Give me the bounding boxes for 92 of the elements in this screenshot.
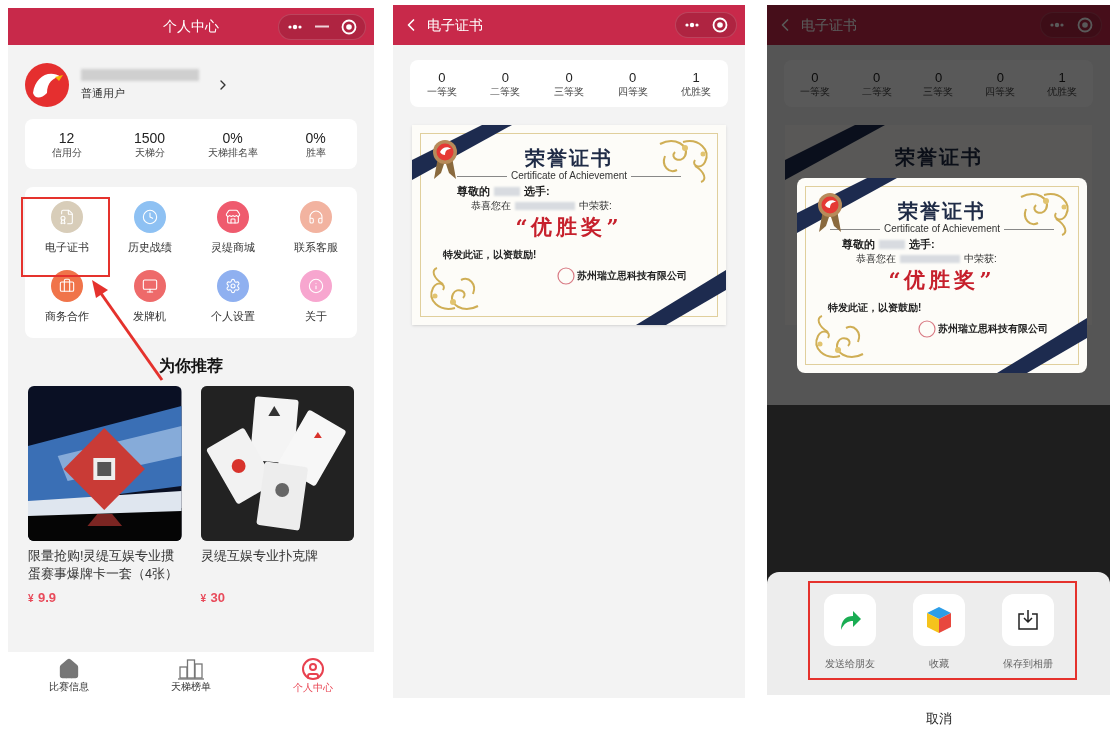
stat-value: 1500	[133, 130, 166, 145]
menu-item[interactable]: 个人设置	[191, 269, 274, 324]
podium-icon	[178, 658, 204, 680]
menu-item[interactable]: 电子证书	[25, 201, 108, 256]
stat-label: 天梯分	[134, 147, 165, 158]
menu-item[interactable]: 关于	[274, 269, 357, 324]
event-prefix: 恭喜您在	[856, 252, 896, 266]
stat-label: 信用分	[51, 147, 82, 158]
more-icon	[287, 23, 303, 30]
issuer-text: 苏州瑞立思科技有限公司	[577, 270, 687, 283]
award-label: 四等奖	[617, 86, 648, 97]
award-count: 0	[996, 70, 1004, 84]
product-title: 灵缇互娱专业扑克牌	[200, 548, 319, 565]
award-count: 1	[692, 70, 700, 84]
product-title: 限量抢购!灵缇互娱专业掼蛋赛事爆牌卡一套（4张）	[28, 548, 179, 583]
seal-stamp-drawing	[918, 320, 936, 339]
closing-text: 特发此证，以资鼓励!	[443, 249, 537, 261]
tab-item[interactable]: 个人中心	[252, 657, 374, 693]
home-icon	[58, 658, 80, 680]
salutation-text: 尊敬的	[457, 185, 490, 199]
share-action[interactable]: 保存到相册	[1001, 594, 1054, 695]
redacted-name	[879, 240, 905, 250]
event-suffix: 中荣获:	[964, 252, 997, 266]
cancel-button[interactable]: 取消	[925, 709, 952, 729]
medal-icon	[817, 192, 843, 232]
redacted-name	[494, 187, 520, 197]
more-icon	[1049, 22, 1065, 28]
target-icon	[1077, 17, 1093, 33]
redacted-event	[515, 202, 575, 210]
menu-item[interactable]: 发牌机	[108, 269, 191, 324]
award-label: 三等奖	[554, 86, 584, 97]
seal-stamp-drawing	[557, 267, 575, 286]
award-label: 优胜奖	[681, 86, 712, 97]
award-count: 0	[811, 70, 819, 84]
stat-label: 天梯排名率	[207, 147, 258, 158]
avatar	[25, 63, 69, 107]
award-name: “优胜奖”	[888, 269, 996, 291]
award-count: 0	[501, 70, 509, 84]
stat-value: 0%	[222, 130, 243, 145]
award-name: “优胜奖”	[515, 216, 623, 238]
screen-title: 电子证书	[427, 15, 484, 35]
share-action[interactable]: 发送给朋友	[823, 594, 876, 695]
issuer-text: 苏州瑞立思科技有限公司	[938, 323, 1048, 336]
stat-value: 12	[58, 130, 75, 145]
exit-button[interactable]	[712, 17, 728, 33]
award-count: 0	[438, 70, 446, 84]
target-icon	[712, 17, 728, 33]
award-count: 0	[628, 70, 637, 84]
award-count: 0	[873, 70, 881, 84]
certificate-subtitle: Certificate of Achievement	[883, 224, 1001, 234]
more-button[interactable]	[684, 22, 700, 28]
screen-title: 电子证书	[801, 15, 858, 35]
user-role: 普通用户	[81, 85, 126, 101]
event-prefix: 恭喜您在	[471, 199, 511, 213]
tab-item[interactable]: 天梯榜单	[130, 658, 252, 692]
award-count: 0	[565, 70, 573, 84]
section-title: 为你推荐	[159, 356, 223, 376]
target-icon	[341, 18, 357, 35]
product-card[interactable]: 灵缇互娱专业扑克牌 ¥ 30	[200, 386, 354, 605]
stat-label: 胜率	[305, 147, 326, 158]
product-price: ¥ 30	[200, 589, 226, 605]
closing-text: 特发此证，以资鼓励!	[828, 302, 922, 314]
menu-item[interactable]: 历史战绩	[108, 201, 191, 256]
user-icon	[301, 657, 325, 681]
certificate-title: 荣誉证书	[894, 147, 983, 167]
more-icon	[684, 22, 700, 28]
certificate-subtitle: Certificate of Achievement	[510, 171, 628, 181]
award-label: 二等奖	[490, 86, 521, 97]
share-action[interactable]: 收藏	[912, 594, 965, 695]
certificate-title: 荣誉证书	[898, 201, 986, 221]
menu-item[interactable]: 灵缇商城	[191, 201, 274, 256]
salutation-suffix: 选手:	[909, 238, 935, 252]
menu-item[interactable]: 联系客服	[274, 201, 357, 256]
salutation-text: 尊敬的	[842, 238, 875, 252]
salutation-suffix: 选手:	[524, 185, 550, 199]
cube-icon	[925, 606, 952, 634]
certificate-title: 荣誉证书	[525, 148, 613, 168]
more-button[interactable]	[287, 23, 303, 30]
minimize-icon	[315, 25, 329, 28]
stat-value: 0%	[305, 130, 326, 145]
award-count: 1	[1058, 70, 1066, 84]
redacted-event	[900, 255, 960, 263]
save-to-album-icon	[1016, 609, 1039, 631]
product-card[interactable]: 限量抢购!灵缇互娱专业掼蛋赛事爆牌卡一套（4张） ¥ 9.9	[28, 386, 182, 605]
event-suffix: 中荣获:	[579, 199, 612, 213]
tab-item[interactable]: 比赛信息	[8, 658, 130, 692]
product-price: ¥ 9.9	[28, 589, 58, 605]
award-label: 一等奖	[426, 86, 457, 97]
exit-button[interactable]	[341, 18, 357, 35]
award-count: 0	[934, 70, 943, 84]
screen-title: 个人中心	[163, 17, 219, 36]
medal-icon	[432, 139, 458, 179]
